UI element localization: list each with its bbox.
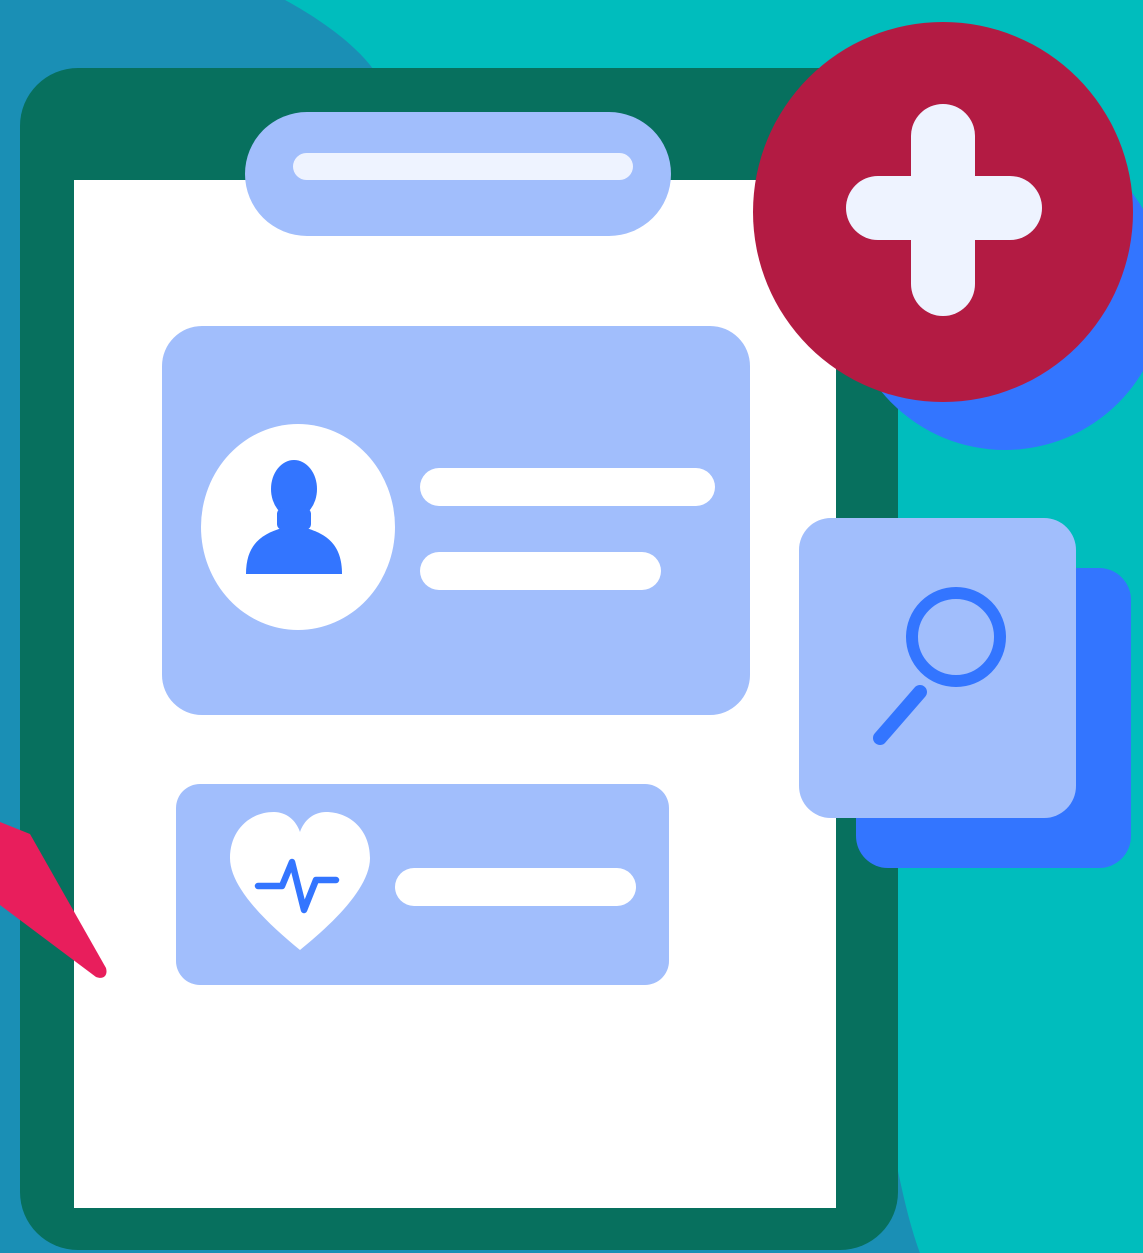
vitals-value-line [395, 868, 636, 906]
clipboard-clip-bar [293, 153, 633, 180]
patient-name-line [420, 468, 715, 506]
search-card[interactable] [799, 518, 1076, 818]
illustration-canvas [0, 0, 1143, 1253]
medical-record-illustration [0, 0, 1143, 1253]
patient-detail-line [420, 552, 661, 590]
